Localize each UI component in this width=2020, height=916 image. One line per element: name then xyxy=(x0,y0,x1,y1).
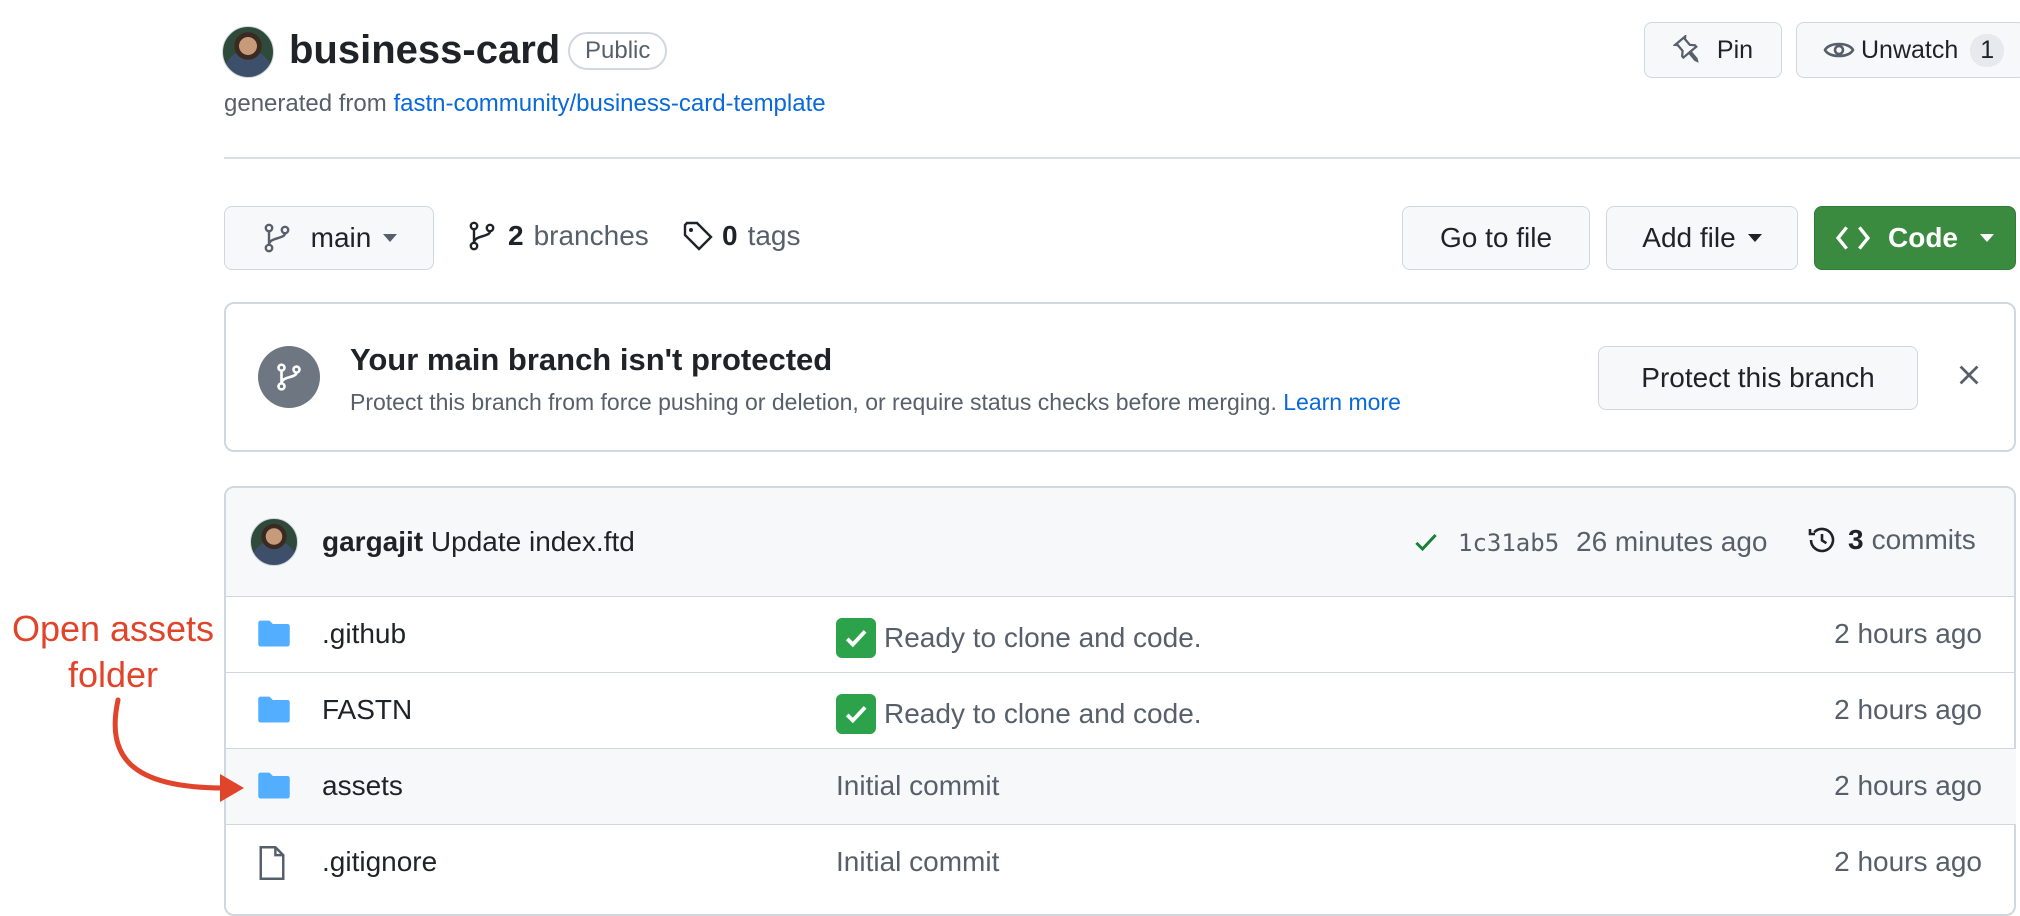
generated-from-text: generated from xyxy=(224,90,387,117)
folder-icon xyxy=(258,620,290,647)
chevron-down-icon xyxy=(1747,234,1762,242)
branches-label: branches xyxy=(533,220,649,251)
tags-count: 0 xyxy=(722,220,738,251)
banner-description: Protect this branch from force pushing o… xyxy=(350,389,1277,415)
commits-count: 3 xyxy=(1848,524,1864,555)
unwatch-label: Unwatch xyxy=(1861,35,1959,64)
close-icon[interactable] xyxy=(1954,360,1984,390)
banner-description-line: Protect this branch from force pushing o… xyxy=(350,389,1401,416)
file-name[interactable]: assets xyxy=(322,770,403,802)
checkmark-emoji-icon xyxy=(836,694,876,734)
git-branch-icon xyxy=(469,221,495,251)
file-commit-message[interactable]: Initial commit xyxy=(836,846,999,878)
chevron-down-icon xyxy=(1980,234,1994,242)
commit-author-avatar[interactable] xyxy=(250,518,298,566)
checkmark-emoji-icon xyxy=(836,618,876,658)
go-to-file-button[interactable]: Go to file xyxy=(1402,206,1590,270)
branch-name: main xyxy=(310,222,372,253)
commit-sha[interactable]: 1c31ab5 xyxy=(1458,529,1559,557)
repo-owner-avatar[interactable] xyxy=(222,26,274,78)
annotation-line-1: Open assets xyxy=(11,608,215,649)
add-file-button[interactable]: Add file xyxy=(1606,206,1798,270)
code-label: Code xyxy=(1888,222,1958,253)
file-commit-message[interactable]: Ready to clone and code. xyxy=(836,694,1202,734)
file-age: 2 hours ago xyxy=(1834,770,1982,801)
file-name[interactable]: FASTN xyxy=(322,694,412,726)
branch-protection-icon xyxy=(258,346,320,408)
file-commit-message-text: Ready to clone and code. xyxy=(884,622,1202,653)
file-name[interactable]: .github xyxy=(322,618,406,650)
file-row-assets[interactable]: assets Initial commit 2 hours ago xyxy=(226,748,2016,824)
tags-link[interactable]: 0 tags xyxy=(682,220,801,252)
repo-name[interactable]: business-card xyxy=(289,28,560,73)
file-row-github[interactable]: .github Ready to clone and code. 2 hours… xyxy=(226,596,2016,672)
git-branch-icon xyxy=(264,223,290,253)
branches-link[interactable]: 2 branches xyxy=(466,220,649,252)
pin-label: Pin xyxy=(1716,35,1754,64)
commit-message[interactable]: Update index.ftd xyxy=(431,526,635,557)
pin-button[interactable]: Pin xyxy=(1644,22,1782,78)
branches-count: 2 xyxy=(508,220,524,251)
template-link[interactable]: fastn-community/business-card-template xyxy=(393,90,825,117)
banner-title: Your main branch isn't protected xyxy=(350,342,833,377)
file-commit-message[interactable]: Initial commit xyxy=(836,770,999,802)
template-source: generated from fastn-community/business-… xyxy=(224,90,826,118)
file-row-gitignore[interactable]: .gitignore Initial commit 2 hours ago xyxy=(226,824,2016,900)
tags-label: tags xyxy=(747,220,801,251)
branch-protection-banner: Your main branch isn't protected Protect… xyxy=(224,302,2016,452)
file-commit-message-text: Ready to clone and code. xyxy=(884,698,1202,729)
chevron-down-icon xyxy=(383,234,398,242)
file-icon xyxy=(259,846,285,880)
tag-icon xyxy=(683,221,713,251)
file-age: 2 hours ago xyxy=(1834,618,1982,649)
code-icon xyxy=(1836,226,1870,250)
folder-icon xyxy=(258,772,290,799)
git-branch-icon xyxy=(277,363,301,391)
annotation-line-2: folder xyxy=(67,654,159,695)
add-file-label: Add file xyxy=(1642,222,1736,253)
pin-icon xyxy=(1672,35,1699,63)
file-age: 2 hours ago xyxy=(1834,846,1982,877)
folder-icon xyxy=(258,696,290,723)
commit-author[interactable]: gargajit xyxy=(322,526,423,557)
code-button[interactable]: Code xyxy=(1814,206,2016,270)
latest-commit-bar: gargajit Update index.ftd 1c31ab5 26 min… xyxy=(226,488,2014,596)
header-divider xyxy=(224,157,2020,159)
commits-link[interactable]: 3 commits xyxy=(1806,524,1976,556)
commit-summary: gargajit Update index.ftd xyxy=(322,526,635,558)
file-commit-message[interactable]: Ready to clone and code. xyxy=(836,618,1202,658)
watch-count: 1 xyxy=(1970,33,2005,67)
file-name[interactable]: .gitignore xyxy=(322,846,437,878)
history-icon xyxy=(1808,527,1835,553)
annotation-text: Open assets folder xyxy=(0,606,226,698)
file-row-fastn[interactable]: FASTN Ready to clone and code. 2 hours a… xyxy=(226,672,2016,748)
file-age: 2 hours ago xyxy=(1834,694,1982,725)
annotation-arrow xyxy=(112,697,244,802)
unwatch-button[interactable]: Unwatch 1 xyxy=(1796,22,2020,78)
commits-label: commits xyxy=(1871,524,1976,555)
eye-icon xyxy=(1823,42,1855,58)
commit-time: 26 minutes ago xyxy=(1576,526,1768,557)
visibility-badge: Public xyxy=(568,32,668,70)
branch-selector[interactable]: main xyxy=(224,206,434,270)
learn-more-link[interactable]: Learn more xyxy=(1283,389,1401,415)
protect-branch-button[interactable]: Protect this branch xyxy=(1598,346,1918,410)
check-icon xyxy=(1415,533,1437,552)
